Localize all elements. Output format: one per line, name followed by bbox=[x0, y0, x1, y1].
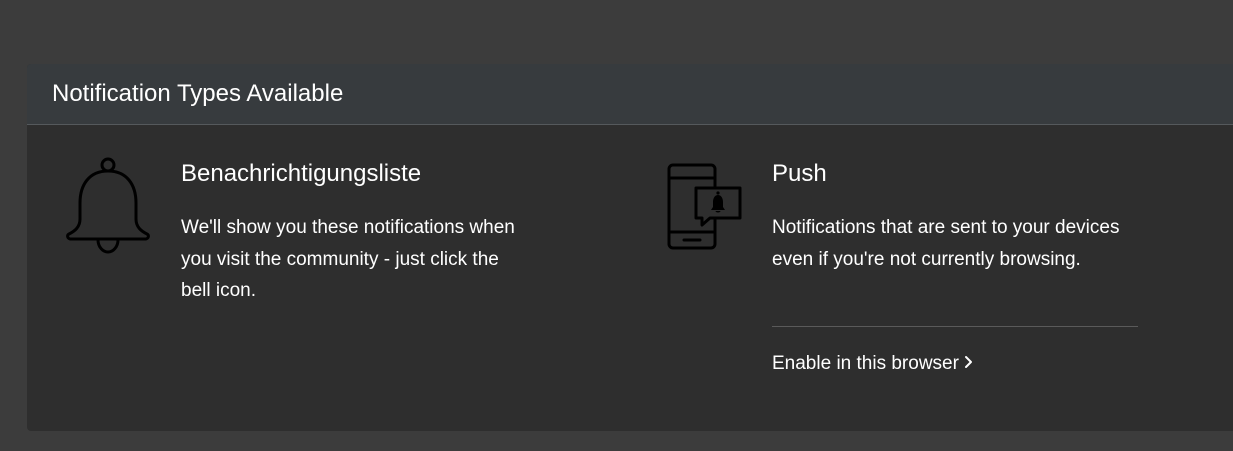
enable-in-browser-label: Enable in this browser bbox=[772, 353, 959, 374]
push-title: Push bbox=[772, 160, 827, 187]
push-description: Notifications that are sent to your devi… bbox=[772, 217, 1120, 270]
divider bbox=[772, 326, 1138, 327]
notification-types-panel: Notification Types Available Benachricht… bbox=[27, 64, 1233, 431]
phone-notification-icon bbox=[666, 162, 746, 252]
chevron-right-icon bbox=[964, 350, 973, 378]
notification-list-title: Benachrichtigungsliste bbox=[181, 160, 422, 187]
enable-in-browser-link[interactable]: Enable in this browser bbox=[772, 350, 973, 378]
panel-header: Notification Types Available bbox=[27, 64, 1233, 125]
panel-title: Notification Types Available bbox=[52, 80, 344, 107]
notification-list-description: We'll show you these notifications when … bbox=[181, 217, 515, 301]
bell-icon bbox=[65, 157, 151, 257]
